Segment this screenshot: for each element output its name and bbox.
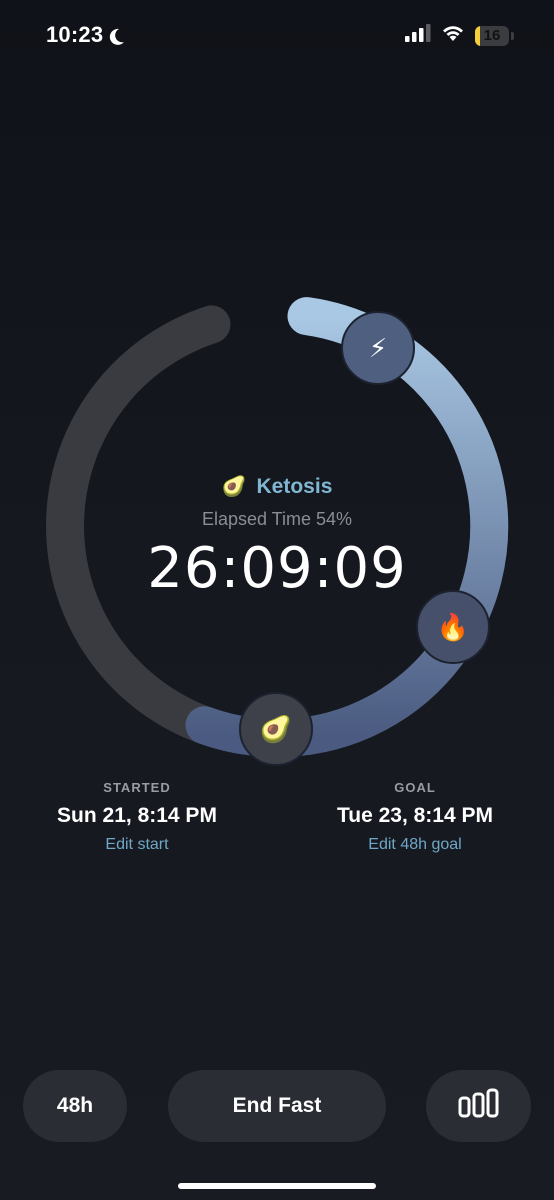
end-fast-button[interactable]: End Fast	[168, 1070, 386, 1142]
dial-center: 🥑 Ketosis Elapsed Time 54% 26:09:09	[0, 474, 554, 602]
avocado-icon: 🥑	[259, 713, 293, 744]
goal-label: GOAL	[394, 780, 436, 795]
stats-button[interactable]	[426, 1070, 531, 1142]
goal-value: Tue 23, 8:14 PM	[336, 804, 493, 827]
marker-bolt[interactable]: ⚡	[341, 311, 415, 385]
started-label: STARTED	[103, 780, 171, 795]
marker-fire[interactable]: 🔥	[416, 590, 490, 664]
avocado-icon: 🥑	[221, 476, 247, 498]
edit-start-link[interactable]: Edit start	[40, 836, 234, 854]
bolt-icon: ⚡	[368, 332, 388, 363]
duration-button[interactable]: 48h	[23, 1070, 127, 1142]
phase-name: Ketosis	[256, 474, 333, 498]
elapsed-label: Elapsed Time 54%	[201, 509, 353, 529]
marker-avocado[interactable]: 🥑	[239, 692, 313, 766]
bar-chart-icon	[458, 1088, 500, 1124]
elapsed-timer: 26:09:09	[147, 536, 407, 601]
fasting-dial	[46, 297, 509, 758]
fire-icon: 🔥	[436, 611, 470, 642]
started-value: Sun 21, 8:14 PM	[57, 804, 217, 827]
goal-section: GOAL Tue 23, 8:14 PM Edit 48h goal	[318, 780, 512, 854]
edit-goal-link[interactable]: Edit 48h goal	[318, 836, 512, 854]
home-indicator[interactable]	[178, 1183, 376, 1189]
started-section: STARTED Sun 21, 8:14 PM Edit start	[40, 780, 234, 854]
phase-title[interactable]: 🥑 Ketosis	[0, 474, 554, 499]
